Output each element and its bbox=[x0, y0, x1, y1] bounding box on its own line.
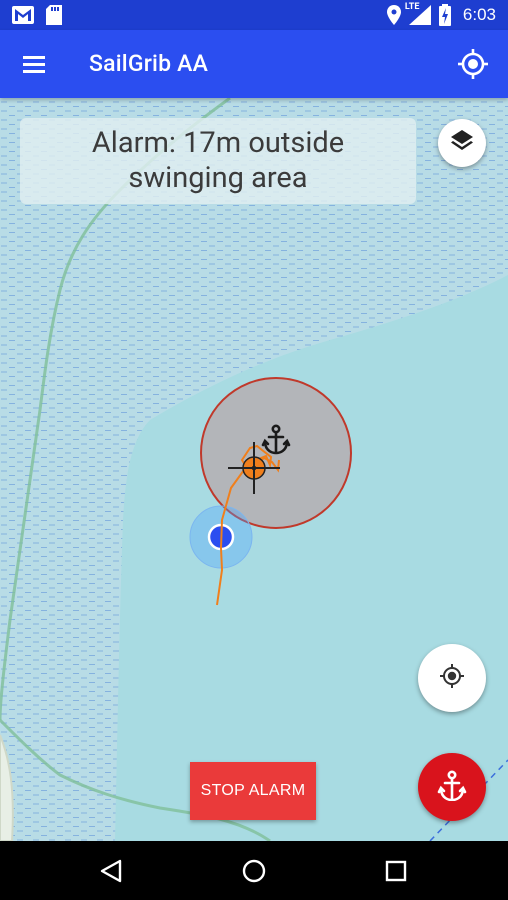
network-type-label: LTE bbox=[404, 2, 420, 12]
anchor-icon bbox=[437, 769, 467, 805]
location-icon bbox=[386, 5, 401, 25]
alarm-message: Alarm: 17m outside swinging area bbox=[20, 118, 416, 204]
signal-icon: LTE bbox=[405, 2, 431, 25]
gps-fixed-icon[interactable] bbox=[456, 47, 490, 81]
layers-icon bbox=[449, 128, 475, 158]
my-location-icon bbox=[438, 662, 466, 694]
status-bar: LTE 6:03 bbox=[0, 0, 508, 30]
hamburger-menu-icon[interactable] bbox=[18, 50, 50, 78]
center-on-boat-button[interactable] bbox=[418, 644, 486, 712]
alarm-line-1: Alarm: 17m outside bbox=[91, 126, 345, 160]
gmail-icon bbox=[12, 6, 34, 24]
home-icon[interactable] bbox=[239, 856, 269, 886]
map-view[interactable] bbox=[0, 98, 508, 841]
sd-card-icon bbox=[46, 5, 62, 25]
anchor-button[interactable] bbox=[418, 753, 486, 821]
recents-icon[interactable] bbox=[381, 856, 411, 886]
back-icon[interactable] bbox=[96, 856, 126, 886]
system-nav-bar bbox=[0, 841, 508, 900]
status-time: 6:03 bbox=[462, 5, 496, 24]
layers-button[interactable] bbox=[438, 119, 486, 167]
alarm-line-2: swinging area bbox=[128, 161, 308, 195]
app-title: SailGrib AA bbox=[89, 50, 209, 77]
battery-charging-icon bbox=[438, 4, 451, 26]
app-bar: SailGrib AA bbox=[0, 30, 508, 98]
stop-alarm-button[interactable]: STOP ALARM bbox=[190, 762, 316, 820]
